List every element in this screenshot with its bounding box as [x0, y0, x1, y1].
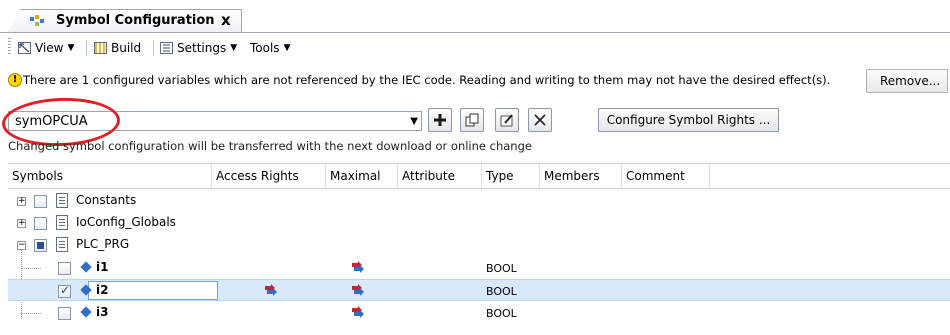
column-maximal[interactable]: Maximal	[326, 164, 398, 188]
view-icon	[18, 42, 31, 54]
tab-strip: Symbol Configuration x	[0, 0, 950, 33]
symbol-config-icon	[30, 15, 46, 27]
read-write-rights-icon[interactable]	[351, 260, 365, 274]
transfer-info-text: Changed symbol configuration will be tra…	[8, 139, 532, 153]
column-comment[interactable]: Comment	[622, 164, 710, 188]
type-cell: BOOL	[486, 285, 517, 298]
toolbar: View ▼ Build Settings ▼ Tools ▼	[0, 34, 950, 60]
copy-icon	[465, 113, 479, 127]
edit-icon	[500, 114, 513, 127]
tools-menu-label: Tools	[250, 41, 280, 55]
tree-row-i3[interactable]: i3 BOOL	[8, 302, 950, 324]
toolbar-grip[interactable]	[8, 38, 11, 56]
build-icon	[94, 42, 107, 54]
settings-menu-label: Settings	[177, 41, 227, 55]
settings-icon	[160, 42, 173, 54]
settings-menu-button[interactable]: Settings ▼	[160, 39, 237, 57]
column-symbols[interactable]: Symbols	[8, 164, 212, 188]
checkbox-constants[interactable]	[34, 195, 47, 208]
variable-name: i3	[96, 305, 109, 319]
tree-row-i2[interactable]: i2 BOOL	[8, 279, 950, 301]
column-members[interactable]: Members	[540, 164, 622, 188]
variable-icon	[80, 261, 92, 273]
tree-row-ioconfig-globals[interactable]: + IoConfig_Globals	[8, 212, 950, 234]
warning-text: There are 1 configured variables which a…	[23, 73, 831, 87]
build-button[interactable]: Build	[94, 39, 141, 57]
unreferenced-variables-warning: ! There are 1 configured variables which…	[8, 73, 830, 87]
variable-icon	[80, 306, 92, 318]
tree-row-plc-prg[interactable]: − PLC_PRG	[8, 234, 950, 256]
document-icon	[56, 215, 68, 230]
column-access-rights[interactable]: Access Rights	[212, 164, 326, 188]
variable-name: i2	[96, 283, 109, 297]
remove-button[interactable]: Remove...	[866, 69, 948, 93]
close-icon[interactable]: x	[221, 11, 231, 29]
type-cell: BOOL	[486, 262, 517, 275]
build-label: Build	[111, 41, 142, 55]
read-write-rights-icon[interactable]	[351, 283, 365, 297]
document-icon	[56, 237, 68, 252]
column-attribute[interactable]: Attribute	[398, 164, 482, 188]
variable-name: i1	[96, 260, 109, 274]
read-write-rights-icon[interactable]	[351, 305, 365, 319]
plus-icon	[434, 114, 446, 126]
tree-row-constants[interactable]: + Constants	[8, 190, 950, 212]
checkbox-ioconfig-globals[interactable]	[34, 217, 47, 230]
view-menu-button[interactable]: View ▼	[18, 39, 74, 57]
type-cell: BOOL	[486, 307, 517, 320]
document-icon	[56, 193, 68, 208]
expand-icon[interactable]: +	[17, 219, 26, 228]
tree-row-i1[interactable]: i1 BOOL	[8, 257, 950, 279]
add-configuration-button[interactable]	[428, 108, 452, 132]
expand-icon[interactable]: +	[17, 197, 26, 206]
view-menu-label: View	[35, 41, 64, 55]
configure-symbol-rights-button[interactable]: Configure Symbol Rights ...	[598, 108, 779, 132]
copy-configuration-button[interactable]	[460, 108, 484, 132]
tab-title: Symbol Configuration	[56, 13, 215, 28]
tree-item-label: Constants	[76, 193, 137, 207]
column-type[interactable]: Type	[482, 164, 540, 188]
delete-configuration-button[interactable]	[528, 108, 552, 132]
checkbox-i1[interactable]	[58, 262, 71, 275]
tree-item-label: PLC_PRG	[76, 237, 130, 251]
chevron-down-icon: ▼	[67, 43, 75, 53]
warning-icon: !	[8, 73, 22, 87]
tree-item-label: IoConfig_Globals	[76, 215, 176, 229]
checkbox-i3[interactable]	[58, 307, 71, 320]
toolbar-separator	[153, 40, 154, 56]
chevron-down-icon: ▼	[230, 43, 238, 53]
chevron-down-icon[interactable]: ▼	[410, 116, 418, 127]
symbols-grid-header: Symbols Access Rights Maximal Attribute …	[8, 163, 950, 189]
access-rights-icon[interactable]	[264, 283, 278, 297]
collapse-icon[interactable]: −	[17, 241, 26, 250]
tab-strip-border	[0, 32, 950, 33]
chevron-down-icon: ▼	[283, 43, 291, 53]
delete-icon	[534, 114, 546, 126]
checkbox-plc-prg[interactable]	[34, 239, 47, 252]
edit-configuration-button[interactable]	[495, 108, 519, 132]
toolbar-separator	[86, 40, 87, 56]
checkbox-i2[interactable]	[58, 283, 71, 298]
tools-menu-button[interactable]: Tools ▼	[250, 39, 290, 57]
